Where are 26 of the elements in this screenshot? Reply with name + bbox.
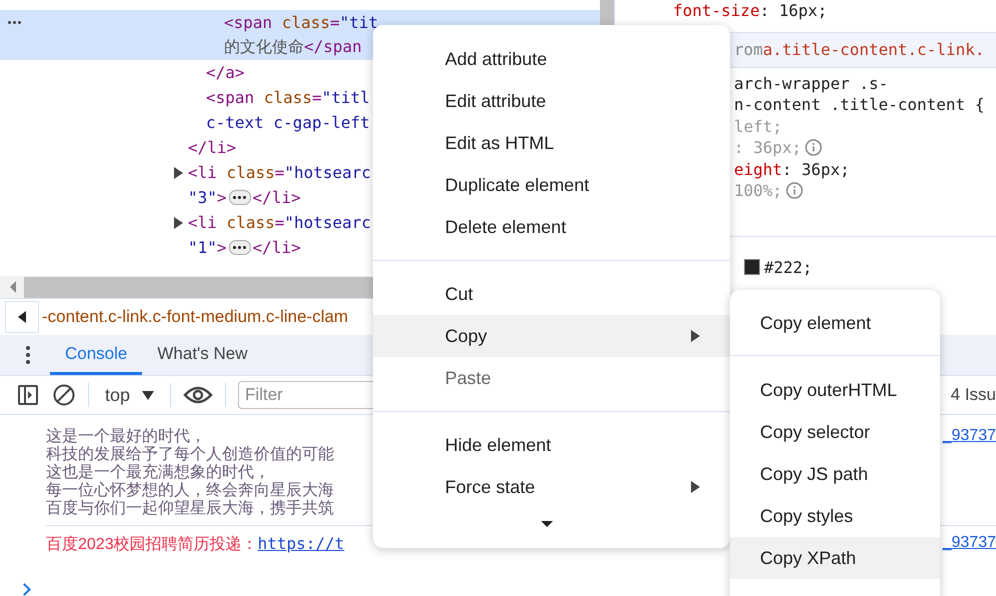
console-message-line: 每一位心怀梦想的人，终会奔向星辰大海 bbox=[46, 481, 334, 499]
console-message-line: 这也是一个最充满想象的时代， bbox=[46, 463, 271, 481]
code-line: <span class="tit bbox=[224, 13, 378, 32]
console-message: 百度2023校园招聘简历投递： bbox=[46, 534, 258, 555]
code-line: <span class="titl bbox=[206, 88, 370, 107]
closing-tag: </a> bbox=[206, 63, 245, 82]
css-declaration: left; bbox=[734, 116, 782, 136]
code-line: "1"> bbox=[188, 238, 227, 257]
console-message-line: 科技的发展给予了每个人创造价值的可能 bbox=[46, 445, 334, 463]
css-declaration: 100%; bbox=[734, 181, 782, 200]
css-selector: arch-wrapper .s- bbox=[734, 74, 888, 93]
closing-tag: </li> bbox=[188, 138, 236, 157]
css-value: #222; bbox=[764, 258, 812, 277]
css-declaration: : 36px; bbox=[734, 138, 802, 158]
css-selector: n-content .title-content { bbox=[734, 95, 984, 114]
code-line: c-text c-gap-left bbox=[206, 113, 370, 132]
code-line: <li class="hotsearc bbox=[188, 163, 372, 182]
code-line: <li class="hotsearc bbox=[188, 213, 372, 232]
code-line: 的文化使命</span bbox=[224, 37, 362, 58]
closing-tag: </li> bbox=[252, 188, 301, 207]
console-message-line: 这是一个最好的时代， bbox=[46, 427, 207, 445]
closing-tag: </li> bbox=[252, 238, 301, 257]
css-declaration: font-size: 16px; bbox=[673, 1, 828, 20]
css-declaration: eight: 36px; bbox=[734, 160, 850, 179]
console-message-line: 百度与你们一起仰望星辰大海，携手共筑 bbox=[46, 499, 334, 517]
code-line: "3"> bbox=[188, 188, 227, 207]
